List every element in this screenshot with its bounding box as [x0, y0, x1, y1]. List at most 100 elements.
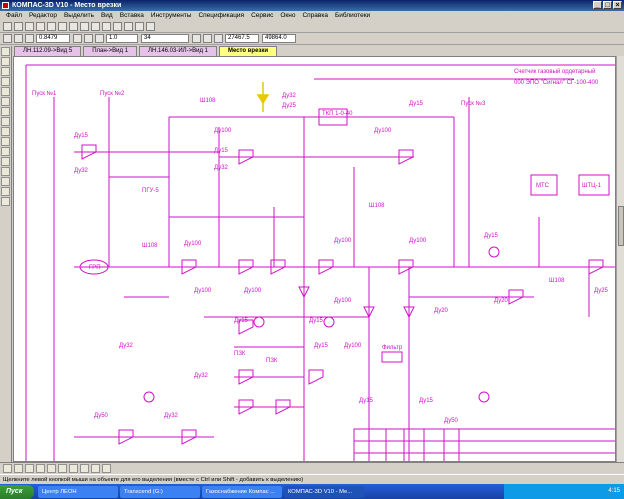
label-du15-d: Ду15	[484, 233, 499, 239]
save-icon[interactable]	[25, 22, 34, 31]
label-tkp: ТКП 1-0-40	[322, 111, 353, 117]
menu-select[interactable]: Выделить	[64, 11, 94, 21]
label-du32-b: Ду32	[214, 165, 229, 171]
label-sh108-b: Ш108	[369, 203, 385, 209]
label-du15-f: Ду15	[309, 318, 324, 324]
variables-icon[interactable]	[124, 22, 133, 31]
coords-icon[interactable]	[214, 34, 223, 43]
layer-field[interactable]: 34	[141, 34, 189, 43]
label-du100-g: Ду100	[244, 288, 262, 294]
redo-icon[interactable]	[91, 22, 100, 31]
edit-tool-icon[interactable]	[1, 77, 10, 86]
label-du100-e: Ду100	[409, 238, 427, 244]
label-sh108-d: Ш108	[549, 278, 565, 284]
hatch-tool-icon[interactable]	[1, 197, 10, 206]
insert-tool-icon[interactable]	[1, 137, 10, 146]
task-transcend[interactable]: Transcend (G:)	[120, 485, 200, 498]
point-tool-icon[interactable]	[1, 147, 10, 156]
copy-icon[interactable]	[58, 22, 67, 31]
report-tool-icon[interactable]	[1, 127, 10, 136]
label-sh108-c: Ш108	[142, 243, 158, 249]
snap-normal-icon[interactable]	[47, 464, 56, 473]
tab-doc-1[interactable]: ЛН.112.09->Вид 5	[14, 46, 82, 56]
coord-x-field: 27467.5	[225, 34, 259, 43]
line-width-field[interactable]: 1.0	[106, 34, 138, 43]
close-button[interactable]: ×	[613, 1, 622, 9]
layer-icon[interactable]	[95, 34, 104, 43]
snap-angle-icon[interactable]	[69, 464, 78, 473]
label-pusk-2: Пуск №2	[100, 90, 125, 97]
label-grp: ГРП	[89, 265, 101, 271]
menu-window[interactable]: Окно	[280, 11, 295, 21]
label-du25-b: Ду25	[594, 288, 609, 294]
param-tool-icon[interactable]	[1, 87, 10, 96]
menu-specification[interactable]: Спецификация	[198, 11, 244, 21]
task-center-leon[interactable]: Центр ЛЕОН	[38, 485, 118, 498]
circle-tool-icon[interactable]	[1, 167, 10, 176]
menu-libraries[interactable]: Библиотеки	[335, 11, 370, 21]
tab-doc-2[interactable]: План->Вид 1	[83, 46, 138, 56]
label-du50-a: Ду50	[94, 413, 109, 419]
tab-doc-4[interactable]: Место врезки	[218, 46, 278, 56]
snap-point-icon[interactable]	[3, 464, 12, 473]
snap-center-icon[interactable]	[36, 464, 45, 473]
snap-icon[interactable]	[192, 34, 201, 43]
label-du15-b: Ду15	[214, 148, 229, 154]
snap-ortho-icon[interactable]	[102, 464, 111, 473]
symbol-tool-icon[interactable]	[1, 67, 10, 76]
ortho-icon[interactable]	[203, 34, 212, 43]
cut-icon[interactable]	[47, 22, 56, 31]
snap-grid-icon[interactable]	[58, 464, 67, 473]
snap-intersect-icon[interactable]	[25, 464, 34, 473]
menu-edit[interactable]: Редактор	[29, 11, 57, 21]
document-tabs: ЛН.112.09->Вид 5 План->Вид 1 ЛН.146.03-И…	[14, 46, 279, 56]
title-bar: КОМПАС-3D V10 - Место врезки _ □ ×	[0, 0, 624, 11]
menu-view[interactable]: Вид	[101, 11, 113, 21]
snap-nearest-icon[interactable]	[80, 464, 89, 473]
open-file-icon[interactable]	[14, 22, 23, 31]
undo-icon[interactable]	[80, 22, 89, 31]
menu-insert[interactable]: Вставка	[120, 11, 144, 21]
zoom-window-icon[interactable]	[25, 34, 34, 43]
arc-tool-icon[interactable]	[1, 177, 10, 186]
tab-doc-3[interactable]: ЛН.146.03-ИЛ->Вид 1	[139, 46, 217, 56]
zoom-in-icon[interactable]	[3, 34, 12, 43]
zoom-out-icon[interactable]	[14, 34, 23, 43]
paste-icon[interactable]	[69, 22, 78, 31]
label-du15-i: Ду15	[419, 398, 434, 404]
print-icon[interactable]	[36, 22, 45, 31]
vertical-scrollbar[interactable]	[616, 56, 624, 462]
task-kompas[interactable]: КОМПАС-3D V10 - Ме...	[284, 485, 364, 498]
label-mts: МТС	[536, 183, 550, 189]
properties-icon[interactable]	[102, 22, 111, 31]
pan-icon[interactable]	[73, 34, 82, 43]
menu-file[interactable]: Файл	[6, 11, 22, 21]
help-icon[interactable]	[146, 22, 155, 31]
spec-tool-icon[interactable]	[1, 117, 10, 126]
menu-tools[interactable]: Инструменты	[151, 11, 192, 21]
task-gas-supply[interactable]: Газоснабжение Компас ...	[202, 485, 282, 498]
line-tool-icon[interactable]	[1, 157, 10, 166]
select-tool-icon[interactable]	[1, 107, 10, 116]
scroll-thumb[interactable]	[618, 206, 624, 246]
refresh-icon[interactable]	[84, 34, 93, 43]
maximize-button[interactable]: □	[603, 1, 612, 9]
measure-tool-icon[interactable]	[1, 97, 10, 106]
new-file-icon[interactable]	[3, 22, 12, 31]
snap-midpoint-icon[interactable]	[14, 464, 23, 473]
drawing-canvas[interactable]: Счетчик газовый ордетарный 000 ЭПО "Сигн…	[13, 56, 616, 462]
menu-service[interactable]: Сервис	[251, 11, 273, 21]
snap-toolbar	[0, 462, 624, 474]
measure-icon[interactable]	[135, 22, 144, 31]
label-pzk-a: ПЗК	[234, 351, 246, 357]
geometry-tool-icon[interactable]	[1, 47, 10, 56]
zoom-field[interactable]: 0.8479	[36, 34, 70, 43]
start-button[interactable]: Пуск	[0, 484, 34, 499]
label-du100-i: Ду100	[344, 343, 362, 349]
snap-tangent-icon[interactable]	[91, 464, 100, 473]
library-icon[interactable]	[113, 22, 122, 31]
minimize-button[interactable]: _	[593, 1, 602, 9]
menu-help[interactable]: Справка	[302, 11, 328, 21]
dimension-tool-icon[interactable]	[1, 57, 10, 66]
rect-tool-icon[interactable]	[1, 187, 10, 196]
